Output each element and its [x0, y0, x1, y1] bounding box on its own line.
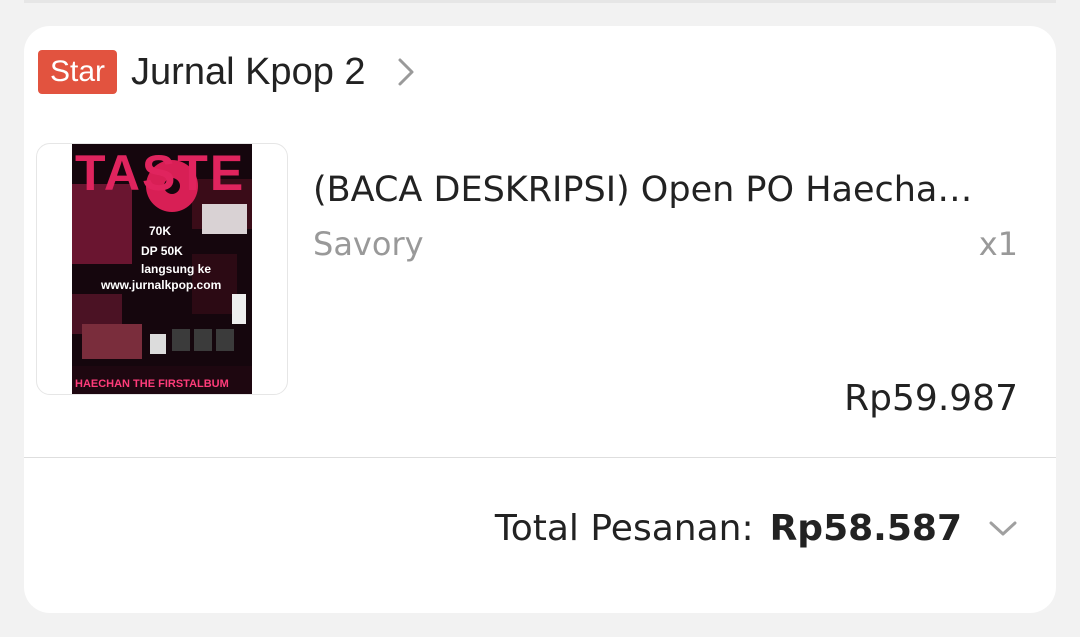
- chevron-down-icon[interactable]: [988, 520, 1018, 538]
- total-value: Rp58.587: [769, 508, 962, 549]
- product-variant: Savory: [313, 225, 424, 263]
- product-price: Rp59.987: [844, 378, 1018, 419]
- product-thumbnail[interactable]: TASTE 70K DP 50K langsung ke www.jurnalk…: [36, 143, 288, 395]
- poster-line: DP 50K: [141, 244, 183, 258]
- poster-line: 70K: [149, 224, 172, 238]
- shop-name[interactable]: Jurnal Kpop 2: [131, 51, 366, 94]
- divider: [24, 457, 1056, 458]
- order-total[interactable]: Total Pesanan: Rp58.587: [495, 508, 1018, 549]
- shop-header[interactable]: Star Jurnal Kpop 2: [38, 48, 416, 96]
- poster-line: langsung ke: [141, 262, 212, 276]
- poster-heading: TASTE: [75, 145, 246, 201]
- poster-footer: HAECHAN THE FIRSTALBUM: [75, 378, 229, 390]
- product-title[interactable]: (BACA DESKRIPSI) Open PO Haecha…: [313, 170, 1013, 210]
- poster-line: www.jurnalkpop.com: [101, 278, 222, 292]
- chevron-right-icon[interactable]: [396, 57, 416, 87]
- product-quantity: x1: [978, 225, 1018, 263]
- total-label: Total Pesanan:: [494, 508, 754, 549]
- star-badge: Star: [38, 50, 118, 94]
- previous-card-edge: [24, 0, 1056, 3]
